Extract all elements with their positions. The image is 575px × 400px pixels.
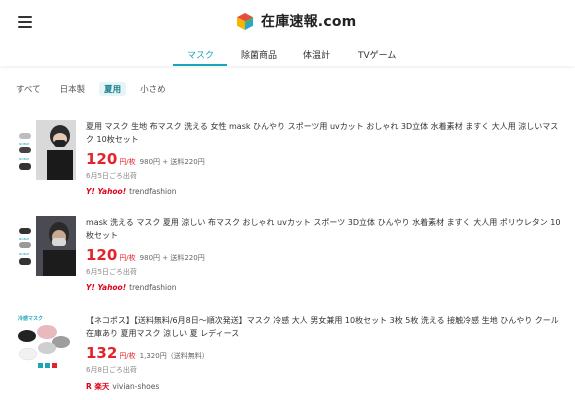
product-title[interactable]: mask 洗える マスク 夏用 涼しい 布マスク おしゃれ uvカット スポーツ… xyxy=(86,216,566,242)
price-unit: 円/枚 xyxy=(119,254,136,262)
product-image[interactable]: 冷感マスク xyxy=(16,314,76,374)
price-row: 120 円/枚 980円 + 送料220円 xyxy=(86,150,566,168)
tab-tv-game[interactable]: TVゲーム xyxy=(358,48,396,61)
product-info: 【ネコポス】【送料無料/6月8日〜順次発送】マスク 冷感 大人 男女兼用 10枚… xyxy=(86,314,566,392)
price-unit: 円/枚 xyxy=(119,352,136,360)
price-row: 132 円/枚 1,320円（送料無料） xyxy=(86,344,566,362)
shop-row[interactable]: Y! Yahoo! trendfashion xyxy=(86,187,566,196)
shop-row[interactable]: Y! Yahoo! trendfashion xyxy=(86,283,566,292)
product-price: 120 xyxy=(86,150,118,168)
shipping-date: 6月8日ごろ出荷 xyxy=(86,366,137,374)
hamburger-menu-icon[interactable] xyxy=(18,16,32,28)
brand[interactable]: 在庫速報.com xyxy=(237,11,356,31)
category-tabs: マスク 除菌商品 体温計 TVゲーム xyxy=(0,44,575,66)
filter-chips: すべて 日本製 夏用 小さめ xyxy=(16,82,180,96)
filter-all[interactable]: すべて xyxy=(16,82,46,96)
tab-mask[interactable]: マスク xyxy=(187,48,214,61)
yahoo-logo-icon: Y! Yahoo! xyxy=(86,187,127,196)
site-title: 在庫速報.com xyxy=(261,14,357,30)
cube-logo-icon xyxy=(237,12,253,30)
app-header: 在庫速報.com マスク 除菌商品 体温計 TVゲーム xyxy=(0,0,575,66)
product-image[interactable]: NOBLE NOBLE xyxy=(16,120,76,180)
shop-row[interactable]: R 楽天 vivian-shoes xyxy=(86,381,566,392)
shipping-date: 6月5日ごろ出荷 xyxy=(86,268,137,276)
product-image[interactable]: NOBLE NOBLE xyxy=(16,216,76,276)
product-price: 120 xyxy=(86,246,118,264)
price-detail: 980円 + 送料220円 xyxy=(139,254,205,262)
price-unit: 円/枚 xyxy=(119,158,136,166)
product-title[interactable]: 【ネコポス】【送料無料/6月8日〜順次発送】マスク 冷感 大人 男女兼用 10枚… xyxy=(86,314,566,340)
tab-thermometer[interactable]: 体温計 xyxy=(303,48,330,61)
svg-text:NOBLE: NOBLE xyxy=(19,237,29,241)
svg-text:NOBLE: NOBLE xyxy=(19,142,29,146)
rakuten-logo-icon: R 楽天 xyxy=(86,382,110,391)
tab-sanitizer[interactable]: 除菌商品 xyxy=(241,48,277,61)
filter-summer[interactable]: 夏用 xyxy=(99,82,127,96)
filter-japan-made[interactable]: 日本製 xyxy=(55,82,91,96)
filter-small[interactable]: 小さめ xyxy=(135,82,171,96)
shop-name: trendfashion xyxy=(129,187,177,196)
svg-text:NOBLE: NOBLE xyxy=(19,157,29,161)
product-title[interactable]: 夏用 マスク 生地 布マスク 洗える 女性 mask ひんやり スポーツ用 uv… xyxy=(86,120,566,146)
shop-name: trendfashion xyxy=(129,283,177,292)
svg-text:NOBLE: NOBLE xyxy=(19,252,29,256)
product-info: mask 洗える マスク 夏用 涼しい 布マスク おしゃれ uvカット スポーツ… xyxy=(86,216,566,292)
yahoo-logo-icon: Y! Yahoo! xyxy=(86,283,127,292)
product-price: 132 xyxy=(86,344,118,362)
shipping-date: 6月5日ごろ出荷 xyxy=(86,172,137,180)
product-info: 夏用 マスク 生地 布マスク 洗える 女性 mask ひんやり スポーツ用 uv… xyxy=(86,120,566,196)
svg-text:冷感マスク: 冷感マスク xyxy=(18,315,43,322)
active-tab-indicator xyxy=(173,64,227,66)
price-detail: 980円 + 送料220円 xyxy=(139,158,205,166)
price-detail: 1,320円（送料無料） xyxy=(139,352,209,360)
shop-name: vivian-shoes xyxy=(112,382,160,391)
price-row: 120 円/枚 980円 + 送料220円 xyxy=(86,246,566,264)
